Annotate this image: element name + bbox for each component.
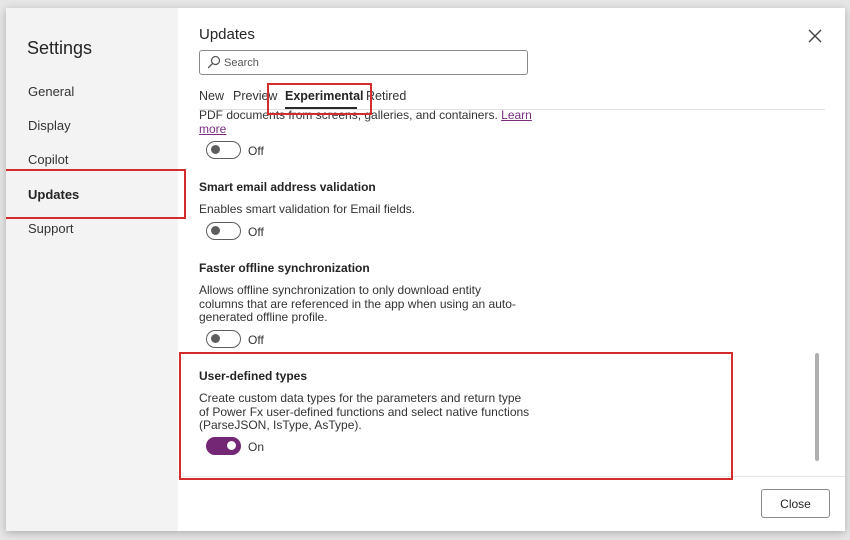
close-button[interactable]: Close bbox=[761, 489, 830, 518]
toggle-state-label: On bbox=[248, 440, 265, 454]
close-icon[interactable] bbox=[806, 27, 824, 45]
search-icon bbox=[207, 55, 221, 69]
footer-divider bbox=[178, 476, 845, 477]
setting-description-line: Create custom data types for the paramet… bbox=[199, 391, 522, 405]
sidebar-item-general[interactable]: General bbox=[28, 84, 74, 99]
sidebar-title: Settings bbox=[27, 38, 93, 58]
page-title: Updates bbox=[199, 26, 255, 43]
tab-preview[interactable]: Preview bbox=[233, 89, 277, 103]
sidebar-item-updates[interactable]: Updates bbox=[28, 187, 79, 202]
setting-description: PDF documents from screens, galleries, a… bbox=[199, 110, 539, 136]
setting-description-line: Allows offline synchronization to only d… bbox=[199, 283, 481, 297]
sidebar-item-support[interactable]: Support bbox=[28, 221, 74, 236]
settings-dialog: Settings General Display Copilot Updates… bbox=[6, 8, 845, 531]
toggle-knob bbox=[227, 441, 236, 450]
tab-experimental[interactable]: Experimental bbox=[285, 89, 364, 103]
search-input[interactable] bbox=[224, 54, 514, 72]
tab-retired[interactable]: Retired bbox=[366, 89, 406, 103]
toggle-state-label: Off bbox=[248, 144, 264, 158]
setting-description: Enables smart validation for Email field… bbox=[199, 202, 416, 216]
settings-list: PDF documents from screens, galleries, a… bbox=[178, 110, 828, 480]
setting-description-line: of Power Fx user-defined functions and s… bbox=[199, 404, 530, 419]
setting-title: Smart email address validation bbox=[199, 180, 376, 194]
toggle-knob bbox=[211, 334, 220, 343]
toggle-state-label: Off bbox=[248, 225, 264, 239]
sidebar-item-copilot[interactable]: Copilot bbox=[28, 152, 68, 167]
sidebar-item-display[interactable]: Display bbox=[28, 118, 71, 133]
toggle-switch-on[interactable] bbox=[206, 437, 241, 455]
toggle-state-label: Off bbox=[248, 333, 264, 347]
search-box[interactable] bbox=[199, 50, 528, 75]
toggle-switch[interactable] bbox=[206, 222, 241, 240]
setting-description-line: columns that are referenced in the app w… bbox=[199, 296, 516, 311]
toggle-switch[interactable] bbox=[206, 330, 241, 348]
setting-description-line: generated offline profile. bbox=[199, 310, 328, 324]
toggle-knob bbox=[211, 145, 220, 154]
setting-title: User-defined types bbox=[199, 369, 308, 383]
setting-title: Faster offline synchronization bbox=[199, 261, 370, 275]
setting-description-line: (ParseJSON, IsType, AsType). bbox=[199, 418, 362, 432]
sidebar: Settings General Display Copilot Updates… bbox=[6, 8, 178, 531]
toggle-switch[interactable] bbox=[206, 141, 241, 159]
scrollbar-thumb[interactable] bbox=[815, 353, 819, 461]
setting-description-text: PDF documents from screens, galleries, a… bbox=[199, 110, 498, 122]
toggle-knob bbox=[211, 226, 220, 235]
tab-new[interactable]: New bbox=[199, 89, 224, 103]
